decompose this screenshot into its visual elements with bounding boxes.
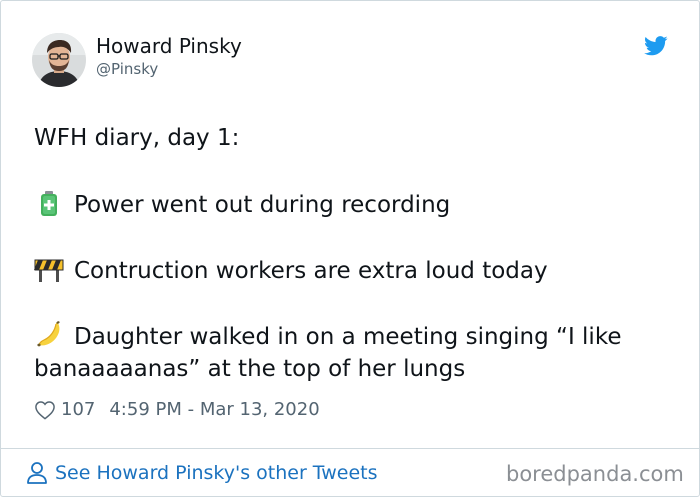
author-name[interactable]: Howard Pinsky bbox=[96, 34, 242, 58]
tweet-text-line: Contruction workers are extra loud today bbox=[74, 258, 548, 284]
tweet-text-line: banaaaaanas” at the top of her lungs bbox=[34, 356, 466, 382]
banana-icon bbox=[34, 320, 64, 350]
see-other-tweets-label[interactable]: See Howard Pinsky's other Tweets bbox=[55, 460, 378, 486]
twitter-bird-icon[interactable] bbox=[644, 35, 668, 57]
tweet-text-line: Power went out during recording bbox=[74, 192, 451, 218]
watermark: boredpanda.com bbox=[506, 462, 684, 486]
divider bbox=[1, 448, 699, 449]
tweet-item-power: Power went out during recording bbox=[34, 188, 450, 222]
avatar-image bbox=[32, 33, 86, 87]
tweet-item-construction: Contruction workers are extra loud today bbox=[34, 254, 548, 288]
tweet-text-line: WFH diary, day 1: bbox=[34, 125, 240, 151]
person-icon bbox=[27, 462, 47, 484]
battery-icon bbox=[34, 188, 64, 218]
tweet-text-line: Daughter walked in on a meeting singing … bbox=[74, 324, 622, 350]
tweet-card: Howard Pinsky @Pinsky WFH diary, day 1: … bbox=[0, 0, 700, 497]
like-count[interactable]: 107 bbox=[61, 397, 95, 423]
tweet-timestamp[interactable]: 4:59 PM - Mar 13, 2020 bbox=[109, 397, 319, 423]
avatar[interactable] bbox=[32, 33, 86, 87]
heart-icon[interactable] bbox=[34, 400, 56, 420]
tweet-meta: 107 4:59 PM - Mar 13, 2020 bbox=[34, 397, 320, 423]
tweet-item-banana: Daughter walked in on a meeting singing … bbox=[34, 320, 621, 354]
construction-barrier-icon bbox=[34, 254, 64, 284]
see-other-tweets-link[interactable]: See Howard Pinsky's other Tweets bbox=[26, 460, 378, 486]
author-handle[interactable]: @Pinsky bbox=[96, 60, 158, 78]
